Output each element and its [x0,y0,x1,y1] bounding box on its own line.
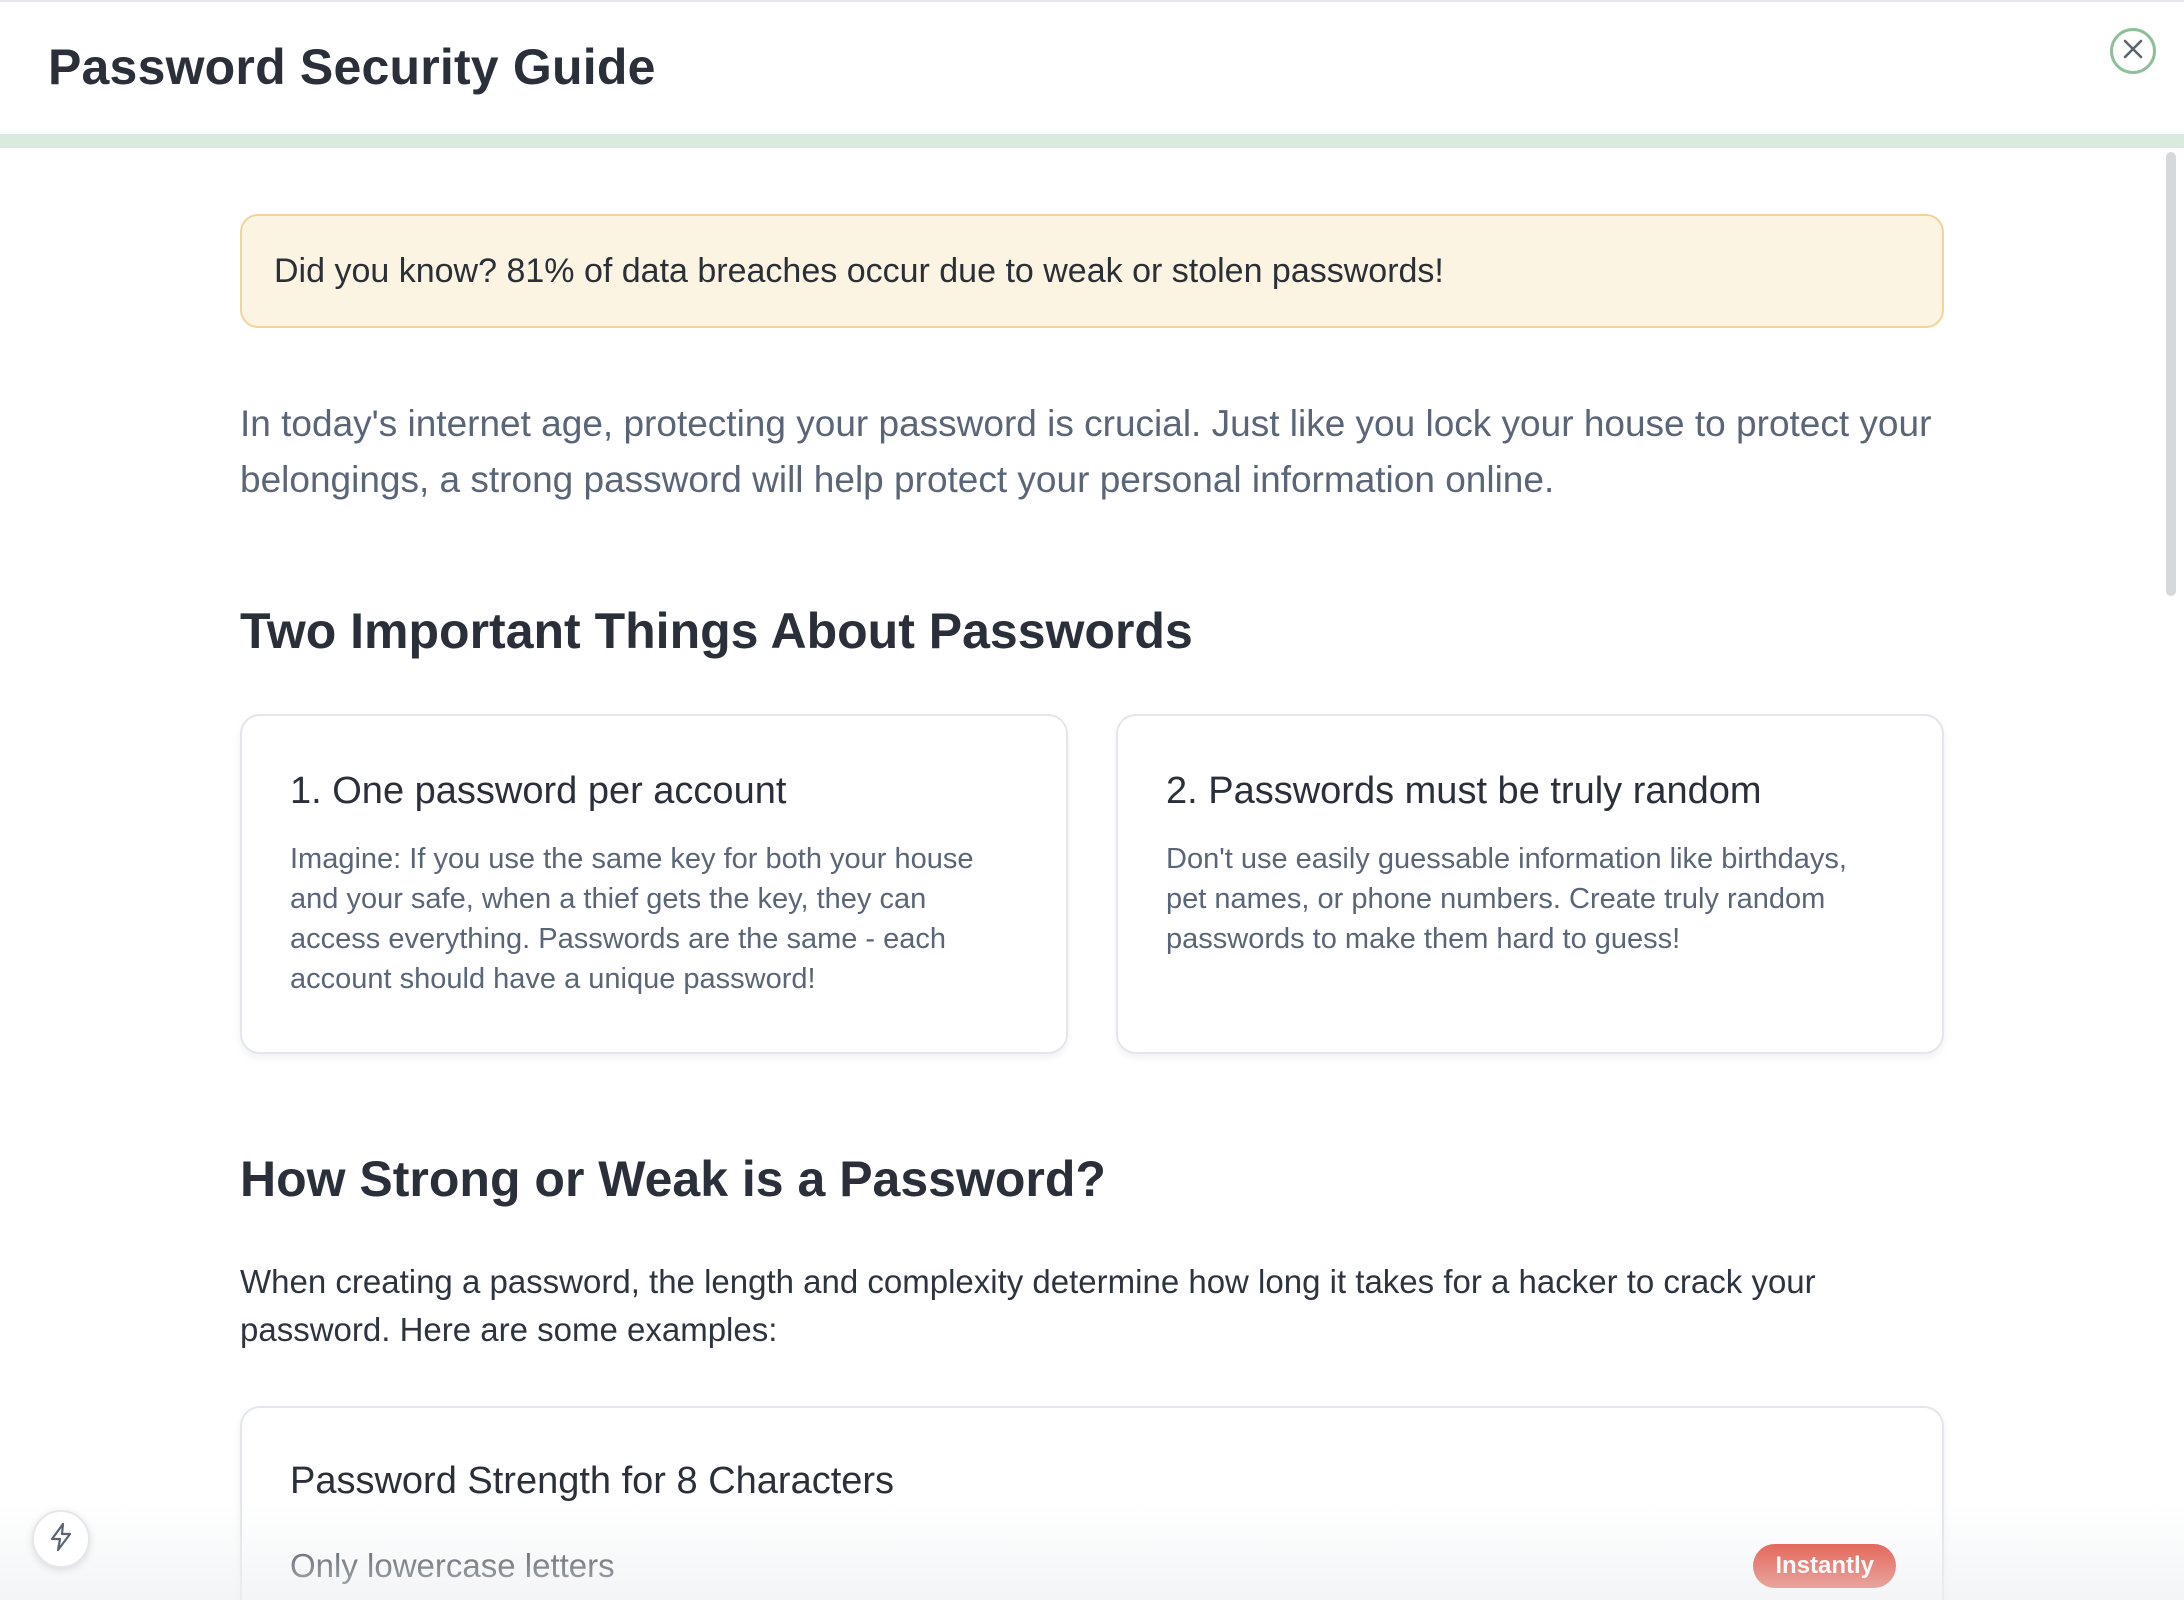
scrollbar-thumb[interactable] [2166,152,2176,596]
strength-card-title: Password Strength for 8 Characters [290,1460,895,1502]
tip-card-title: 1. One password per account [290,770,787,812]
section-heading-two-things: Two Important Things About Passwords [240,603,1193,659]
tip-card-one-password: 1. One password per account Imagine: If … [240,714,1068,1054]
intro-paragraph: In today's internet age, protecting your… [240,403,1932,500]
tip-card-title: 2. Passwords must be truly random [1166,770,1762,812]
tip-card-text: Imagine: If you use the same key for bot… [290,843,974,995]
close-icon [2122,38,2144,65]
section-heading-strength: How Strong or Weak is a Password? [240,1151,1106,1207]
bolt-icon [47,1522,75,1557]
close-button[interactable] [2110,28,2156,74]
reading-progress-bar [0,134,2184,148]
modal-body[interactable]: Did you know? 81% of data breaches occur… [0,148,2184,1600]
modal-header: Password Security Guide [0,2,2184,134]
crack-time-badge: Instantly [1753,1544,1896,1588]
modal-window: Password Security Guide Did you know? 81… [0,0,2184,1600]
quick-action-button[interactable] [32,1510,90,1568]
tip-card-text: Don't use easily guessable information l… [1166,843,1847,955]
tip-card-random: 2. Passwords must be truly random Don't … [1116,714,1944,1054]
callout-text: Did you know? 81% of data breaches occur… [274,251,1444,290]
page-title: Password Security Guide [48,39,656,95]
reading-progress-fill [0,134,2184,148]
strength-description: When creating a password, the length and… [240,1263,1816,1348]
strength-card: Password Strength for 8 Characters Only … [240,1406,1944,1600]
strength-row: Only lowercase letters Instantly [290,1544,1896,1588]
did-you-know-callout: Did you know? 81% of data breaches occur… [240,214,1944,328]
strength-row-label: Only lowercase letters [290,1547,615,1584]
